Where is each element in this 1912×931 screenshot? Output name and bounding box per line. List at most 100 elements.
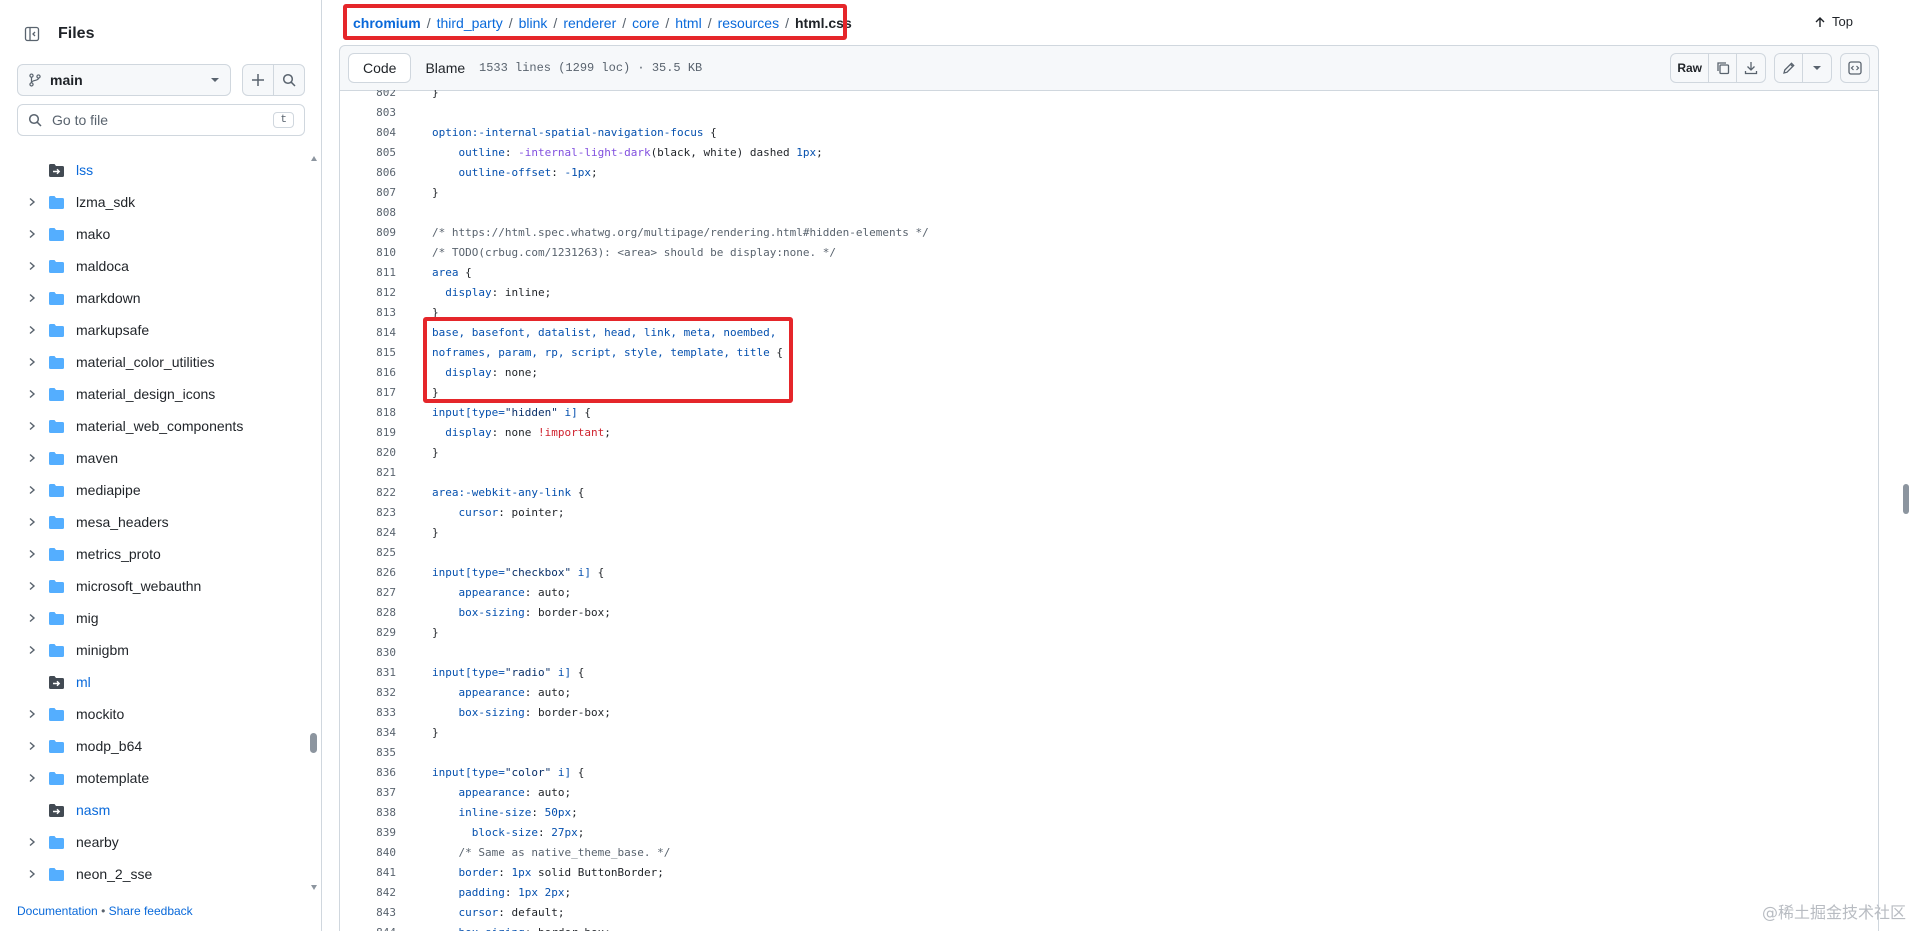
line-number[interactable]: 841 (340, 863, 396, 883)
line-number[interactable]: 803 (340, 103, 396, 123)
breadcrumb-link[interactable]: renderer (563, 15, 616, 31)
breadcrumb-link[interactable]: resources (718, 15, 779, 31)
breadcrumb-link[interactable]: third_party (437, 15, 503, 31)
tree-item[interactable]: mesa_headers (0, 506, 312, 538)
page-scroll-thumb[interactable] (1903, 484, 1909, 514)
edit-options-dropdown[interactable] (1803, 54, 1831, 82)
chevron-right-icon[interactable] (24, 645, 40, 655)
chevron-right-icon[interactable] (24, 325, 40, 335)
line-number[interactable]: 811 (340, 263, 396, 283)
chevron-right-icon[interactable] (24, 581, 40, 591)
line-number[interactable]: 824 (340, 523, 396, 543)
line-number[interactable]: 814 (340, 323, 396, 343)
tree-item[interactable]: markupsafe (0, 314, 312, 346)
tree-item[interactable]: mockito (0, 698, 312, 730)
chevron-right-icon[interactable] (24, 261, 40, 271)
tree-item[interactable]: mig (0, 602, 312, 634)
line-number[interactable]: 829 (340, 623, 396, 643)
chevron-right-icon[interactable] (24, 837, 40, 847)
tree-item[interactable]: microsoft_webauthn (0, 570, 312, 602)
chevron-right-icon[interactable] (24, 357, 40, 367)
line-number[interactable]: 831 (340, 663, 396, 683)
chevron-right-icon[interactable] (24, 485, 40, 495)
line-number[interactable]: 805 (340, 143, 396, 163)
sidebar-scrollbar[interactable] (310, 153, 318, 893)
edit-file-button[interactable] (1775, 54, 1803, 82)
line-number[interactable]: 815 (340, 343, 396, 363)
line-number[interactable]: 826 (340, 563, 396, 583)
chevron-right-icon[interactable] (24, 709, 40, 719)
chevron-right-icon[interactable] (24, 453, 40, 463)
tree-item[interactable]: minigbm (0, 634, 312, 666)
tree-item[interactable]: markdown (0, 282, 312, 314)
go-to-file-input[interactable]: Go to file t (17, 104, 305, 136)
chevron-right-icon[interactable] (24, 517, 40, 527)
chevron-right-icon[interactable] (24, 741, 40, 751)
breadcrumb-link[interactable]: blink (519, 15, 548, 31)
line-number[interactable]: 819 (340, 423, 396, 443)
line-number[interactable]: 837 (340, 783, 396, 803)
line-number[interactable]: 832 (340, 683, 396, 703)
tab-blame[interactable]: Blame (411, 53, 479, 83)
tree-item[interactable]: mako (0, 218, 312, 250)
breadcrumb-link[interactable]: html (675, 15, 701, 31)
line-number[interactable]: 840 (340, 843, 396, 863)
tree-item[interactable]: modp_b64 (0, 730, 312, 762)
line-number[interactable]: 842 (340, 883, 396, 903)
add-file-button[interactable] (242, 64, 274, 96)
line-number[interactable]: 843 (340, 903, 396, 923)
tree-item[interactable]: lss (0, 154, 312, 186)
line-number[interactable]: 834 (340, 723, 396, 743)
tree-item[interactable]: metrics_proto (0, 538, 312, 570)
tree-item[interactable]: material_web_components (0, 410, 312, 442)
collapse-sidebar-button[interactable] (16, 18, 48, 50)
raw-button[interactable]: Raw (1671, 54, 1709, 82)
line-number[interactable]: 802 (340, 90, 396, 103)
line-number[interactable]: 816 (340, 363, 396, 383)
chevron-right-icon[interactable] (24, 613, 40, 623)
tree-item[interactable]: nasm (0, 794, 312, 826)
line-number[interactable]: 822 (340, 483, 396, 503)
copy-raw-button[interactable] (1709, 54, 1737, 82)
line-number[interactable]: 838 (340, 803, 396, 823)
breadcrumb-link[interactable]: chromium (353, 15, 421, 31)
tree-item[interactable]: nearby (0, 826, 312, 858)
chevron-right-icon[interactable] (24, 229, 40, 239)
line-number[interactable]: 818 (340, 403, 396, 423)
line-number[interactable]: 812 (340, 283, 396, 303)
line-number[interactable]: 806 (340, 163, 396, 183)
line-number[interactable]: 817 (340, 383, 396, 403)
tree-item[interactable]: maldoca (0, 250, 312, 282)
search-code-button[interactable] (273, 64, 305, 96)
line-number[interactable]: 839 (340, 823, 396, 843)
line-number[interactable]: 810 (340, 243, 396, 263)
chevron-right-icon[interactable] (24, 773, 40, 783)
chevron-right-icon[interactable] (24, 549, 40, 559)
tree-item[interactable]: lzma_sdk (0, 186, 312, 218)
line-number[interactable]: 828 (340, 603, 396, 623)
sidebar-scroll-thumb[interactable] (310, 733, 317, 753)
chevron-right-icon[interactable] (24, 389, 40, 399)
share-feedback-link[interactable]: Share feedback (109, 904, 193, 918)
line-number[interactable]: 804 (340, 123, 396, 143)
line-number[interactable]: 830 (340, 643, 396, 663)
line-number[interactable]: 808 (340, 203, 396, 223)
tab-code[interactable]: Code (348, 53, 412, 83)
back-to-top-link[interactable]: Top (1814, 14, 1853, 29)
chevron-right-icon[interactable] (24, 869, 40, 879)
breadcrumb-link[interactable]: core (632, 15, 659, 31)
line-number[interactable]: 809 (340, 223, 396, 243)
tree-item[interactable]: ml (0, 666, 312, 698)
line-number[interactable]: 836 (340, 763, 396, 783)
line-number[interactable]: 807 (340, 183, 396, 203)
branch-selector[interactable]: main (17, 64, 231, 96)
line-number[interactable]: 844 (340, 923, 396, 931)
tree-item[interactable]: mediapipe (0, 474, 312, 506)
tree-item[interactable]: motemplate (0, 762, 312, 794)
tree-item[interactable]: material_design_icons (0, 378, 312, 410)
line-number[interactable]: 835 (340, 743, 396, 763)
line-number[interactable]: 827 (340, 583, 396, 603)
line-number[interactable]: 823 (340, 503, 396, 523)
tree-item[interactable]: neon_2_sse (0, 858, 312, 890)
line-number[interactable]: 825 (340, 543, 396, 563)
